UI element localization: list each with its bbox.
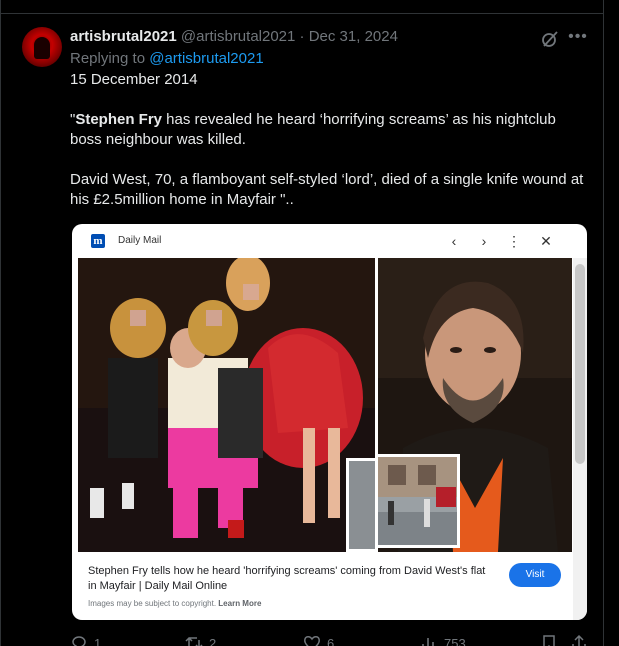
learn-more-link[interactable]: Learn More (218, 599, 261, 608)
bookmark-button[interactable] (540, 634, 558, 646)
post-header: artisbrutal2021 @artisbrutal2021 · Dec 3… (70, 27, 398, 47)
more-icon[interactable]: ••• (568, 29, 588, 49)
post-detail: David West, 70, a flamboyant self-styled… (70, 171, 584, 208)
like-button[interactable]: 6 (303, 634, 334, 646)
copyright-text: Images may be subject to copyright. (88, 599, 217, 608)
reply-icon (72, 636, 86, 646)
repost-button[interactable]: 2 (185, 634, 216, 646)
daily-mail-logo-icon: m (91, 234, 105, 248)
views-button[interactable]: 753 (420, 634, 466, 646)
like-count: 6 (327, 635, 335, 646)
chevron-right-icon[interactable]: › (476, 233, 492, 249)
street-view-inset[interactable] (378, 454, 460, 548)
bookmark-icon (543, 635, 555, 646)
replying-to: Replying to @artisbrutal2021 (70, 49, 264, 69)
post-text: 15 December 2014 "Stephen Fry has reveal… (70, 70, 590, 230)
previous-post-bottom (0, 0, 604, 14)
separator-dot: · (299, 28, 305, 45)
replying-prefix: Replying to (70, 50, 146, 67)
analytics-icon (422, 638, 434, 646)
reply-button[interactable]: 1 (70, 634, 101, 646)
post-date[interactable]: Dec 31, 2024 (309, 28, 398, 45)
view-count: 753 (444, 635, 466, 646)
visit-button[interactable]: Visit (509, 563, 561, 587)
stephen-fry-photo[interactable] (378, 258, 572, 552)
card-scroll-thumb[interactable] (575, 264, 585, 464)
card-caption[interactable]: Stephen Fry tells how he heard 'horrifyi… (88, 564, 488, 594)
author-handle[interactable]: @artisbrutal2021 (181, 28, 295, 45)
link-card[interactable]: m Daily Mail ‹ › ⋮ ✕ Stephen Fry tells h… (72, 224, 587, 620)
chevron-left-icon[interactable]: ‹ (446, 233, 462, 249)
replying-mention[interactable]: @artisbrutal2021 (149, 50, 263, 67)
copyright-note: Images may be subject to copyright. Lear… (88, 599, 261, 608)
grok-icon[interactable] (540, 29, 560, 49)
column-border-left (0, 14, 1, 646)
post-line-date: 15 December 2014 (70, 71, 198, 88)
repost-count: 2 (209, 635, 217, 646)
share-icon (572, 634, 586, 646)
nightclub-photo[interactable] (78, 258, 375, 552)
close-icon[interactable]: ✕ (538, 233, 554, 249)
quote-bold: Stephen Fry (75, 111, 163, 128)
repost-icon (185, 636, 203, 646)
heart-icon (304, 636, 320, 646)
reply-count: 1 (94, 635, 102, 646)
avatar[interactable] (22, 27, 62, 67)
card-site-name: Daily Mail (118, 235, 162, 246)
more-vertical-icon[interactable]: ⋮ (506, 233, 522, 249)
card-toolbar: m Daily Mail ‹ › ⋮ ✕ (72, 224, 587, 258)
post-quote: "Stephen Fry has revealed he heard ‘horr… (70, 110, 590, 150)
column-border-right (603, 14, 604, 646)
action-bar: 1 2 6 753 (70, 630, 600, 646)
author-name[interactable]: artisbrutal2021 (70, 28, 177, 45)
share-button[interactable] (570, 634, 588, 646)
